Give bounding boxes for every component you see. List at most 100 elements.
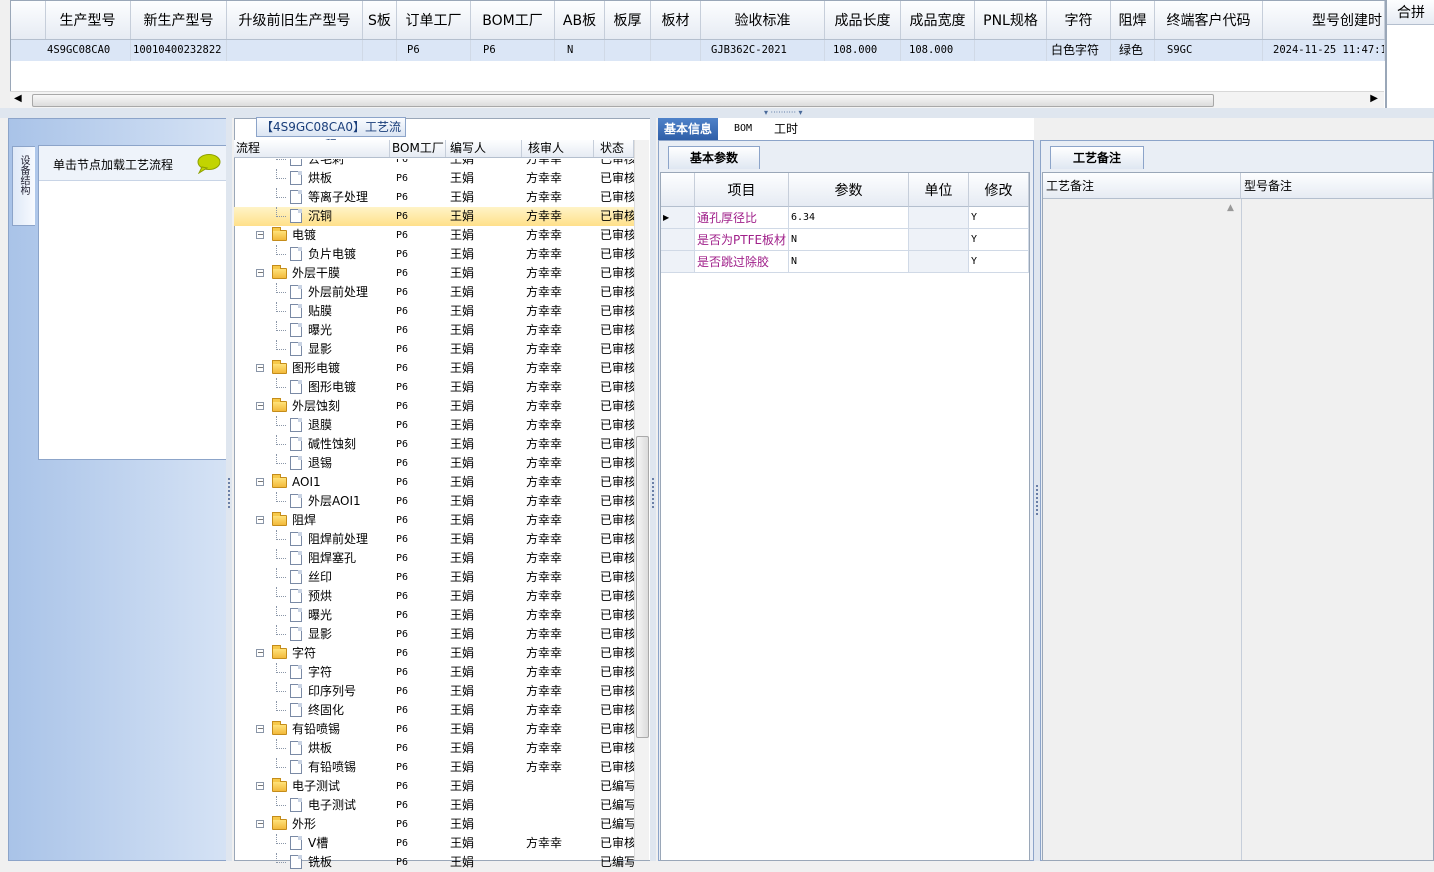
col-header-solder-mask[interactable]: 阻焊	[1111, 1, 1155, 39]
col-header-created-time[interactable]: 型号创建时	[1263, 1, 1385, 39]
cell-material[interactable]	[651, 40, 701, 61]
tree-step-node[interactable]: 外层AOI1 P6 王娟 方幸幸 已审核	[234, 492, 634, 511]
cell-old-model[interactable]	[227, 40, 363, 61]
cell-acceptance-standard[interactable]: GJB362C-2021	[701, 40, 825, 61]
tree-step-node[interactable]: 外层前处理 P6 王娟 方幸幸 已审核	[234, 283, 634, 302]
param-modify[interactable]: Y	[969, 251, 1029, 273]
tree-step-node[interactable]: 曝光 P6 王娟 方幸幸 已审核	[234, 321, 634, 340]
tree-scrollbar-thumb[interactable]	[636, 436, 649, 738]
col-header-new-model[interactable]: 新生产型号	[131, 1, 227, 39]
tree-col-flow[interactable]: 流程	[234, 140, 390, 157]
tree-step-node[interactable]: 丝印 P6 王娟 方幸幸 已审核	[234, 568, 634, 587]
tree-step-node[interactable]: 等离子处理 P6 王娟 方幸幸 已审核	[234, 188, 634, 207]
cell-legend[interactable]: 白色字符	[1047, 40, 1111, 61]
tree-step-node[interactable]: 曝光 P6 王娟 方幸幸 已审核	[234, 606, 634, 625]
col-header-thickness[interactable]: 板厚	[605, 1, 651, 39]
tree-group-node[interactable]: − 字符 P6 王娟 方幸幸 已审核	[234, 644, 634, 663]
tab-device-structure[interactable]: 设备结构	[12, 146, 35, 226]
tree-col-bom-factory[interactable]: BOM工厂	[390, 140, 446, 157]
cell-pnl-spec[interactable]	[975, 40, 1047, 61]
col-header-s-board[interactable]: S板	[363, 1, 397, 39]
collapse-icon[interactable]: −	[256, 269, 264, 277]
tab-bom[interactable]: BOM	[728, 118, 758, 140]
tree-group-node[interactable]: − 外层蚀刻 P6 王娟 方幸幸 已审核	[234, 397, 634, 416]
tree-step-node[interactable]: 烘板 P6 王娟 方幸幸 已审核	[234, 739, 634, 758]
tree-vertical-scrollbar[interactable]	[634, 140, 649, 860]
product-row[interactable]: 4S9GC08CA0 10010400232822 P6 P6 N GJB362…	[11, 40, 1385, 61]
col-header-material[interactable]: 板材	[651, 1, 701, 39]
params-col-param[interactable]: 参数	[789, 173, 909, 207]
top-grid-horizontal-scrollbar[interactable]: ◀ ▶	[10, 91, 1384, 108]
tree-step-node[interactable]: 退锡 P6 王娟 方幸幸 已审核	[234, 454, 634, 473]
tree-col-reviewer[interactable]: 核审人	[522, 140, 594, 157]
col-header-old-model[interactable]: 升级前旧生产型号	[227, 1, 363, 39]
tree-col-status[interactable]: 状态	[594, 140, 634, 157]
cell-customer-code[interactable]: S9GC	[1155, 40, 1263, 61]
cell-created-time[interactable]: 2024-11-25 11:47:10	[1263, 40, 1385, 61]
param-modify[interactable]: Y	[969, 229, 1029, 251]
tree-step-node[interactable]: 终固化 P6 王娟 方幸幸 已审核	[234, 701, 634, 720]
cell-s-board[interactable]	[363, 40, 397, 61]
collapse-icon[interactable]: −	[256, 725, 264, 733]
tab-basic-params[interactable]: 基本参数	[668, 146, 760, 169]
tree-step-node[interactable]: 有铅喷锡 P6 王娟 方幸幸 已审核	[234, 758, 634, 777]
tree-group-node[interactable]: − 外形 P6 王娟 已编写	[234, 815, 634, 834]
tree-step-node[interactable]: 阻焊前处理 P6 王娟 方幸幸 已审核	[234, 530, 634, 549]
cell-thickness[interactable]	[605, 40, 651, 61]
remarks-col-process[interactable]: 工艺备注	[1043, 173, 1241, 199]
cell-length[interactable]: 108.000	[825, 40, 901, 61]
tree-step-node[interactable]: 沉铜 P6 王娟 方幸幸 已审核	[234, 207, 634, 226]
tree-step-node[interactable]: 图形电镀 P6 王娟 方幸幸 已审核	[234, 378, 634, 397]
param-modify[interactable]: Y	[969, 207, 1029, 229]
process-remarks-field[interactable]	[1043, 199, 1242, 860]
param-unit[interactable]	[909, 251, 969, 273]
col-header-customer-code[interactable]: 终端客户代码	[1155, 1, 1263, 39]
param-value[interactable]: N	[789, 251, 909, 273]
cell-solder-mask[interactable]: 绿色	[1111, 40, 1155, 61]
collapse-icon[interactable]: −	[256, 782, 264, 790]
tab-work-hours[interactable]: 工时	[768, 118, 804, 140]
col-header-legend[interactable]: 字符	[1047, 1, 1111, 39]
tree-vertical-splitter[interactable]	[650, 118, 656, 861]
tree-step-node[interactable]: 显影 P6 王娟 方幸幸 已审核	[234, 340, 634, 359]
col-header-product-model[interactable]: 生产型号	[45, 1, 131, 39]
param-value[interactable]: 6.34	[789, 207, 909, 229]
tree-group-node[interactable]: − 阻焊 P6 王娟 方幸幸 已审核	[234, 511, 634, 530]
params-corner[interactable]	[661, 173, 695, 207]
cell-new-model[interactable]: 10010400232822	[131, 40, 227, 61]
collapse-icon[interactable]: −	[256, 516, 264, 524]
params-row-header[interactable]	[661, 251, 695, 273]
horizontal-splitter[interactable]: ▾ ·········· ▾	[0, 108, 1434, 118]
param-item[interactable]: 通孔厚径比	[695, 207, 789, 229]
tree-step-node[interactable]: 碱性蚀刻 P6 王娟 方幸幸 已审核	[234, 435, 634, 454]
tree-group-node[interactable]: − 图形电镀 P6 王娟 方幸幸 已审核	[234, 359, 634, 378]
col-header-width[interactable]: 成品宽度	[901, 1, 975, 39]
tree-step-node[interactable]: 退膜 P6 王娟 方幸幸 已审核	[234, 416, 634, 435]
collapse-icon[interactable]: −	[256, 231, 264, 239]
col-header-ab-board[interactable]: AB板	[555, 1, 605, 39]
cell-order-factory[interactable]: P6	[397, 40, 471, 61]
tree-step-node[interactable]: 铣板 P6 王娟 已编写	[234, 853, 634, 872]
tree-step-node[interactable]: 显影 P6 王娟 方幸幸 已审核	[234, 625, 634, 644]
param-unit[interactable]	[909, 207, 969, 229]
collapse-icon[interactable]: −	[256, 820, 264, 828]
tree-group-node[interactable]: − 电镀 P6 王娟 方幸幸 已审核	[234, 226, 634, 245]
tree-group-node[interactable]: − 外层干膜 P6 王娟 方幸幸 已审核	[234, 264, 634, 283]
col-header-bom-factory[interactable]: BOM工厂	[471, 1, 555, 39]
tree-group-node[interactable]: − 有铅喷锡 P6 王娟 方幸幸 已审核	[234, 720, 634, 739]
params-col-modify[interactable]: 修改	[969, 173, 1029, 207]
params-row-indicator[interactable]: ▶	[661, 207, 695, 229]
remarks-col-model[interactable]: 型号备注	[1241, 173, 1433, 199]
params-col-item[interactable]: 项目	[695, 173, 789, 207]
col-header-pnl-spec[interactable]: PNL规格	[975, 1, 1047, 39]
scroll-right-icon[interactable]: ▶	[1370, 93, 1378, 104]
col-header-order-factory[interactable]: 订单工厂	[397, 1, 471, 39]
param-unit[interactable]	[909, 229, 969, 251]
scrollbar-thumb[interactable]	[32, 94, 1214, 107]
process-load-card-header[interactable]: 单击节点加载工艺流程	[39, 146, 228, 181]
collapse-icon[interactable]: −	[256, 478, 264, 486]
tab-process-remarks[interactable]: 工艺备注	[1050, 146, 1144, 169]
tree-step-node[interactable]: 预烘 P6 王娟 方幸幸 已审核	[234, 587, 634, 606]
tree-col-writer[interactable]: 编写人	[446, 140, 522, 157]
tree-step-node[interactable]: 负片电镀 P6 王娟 方幸幸 已审核	[234, 245, 634, 264]
